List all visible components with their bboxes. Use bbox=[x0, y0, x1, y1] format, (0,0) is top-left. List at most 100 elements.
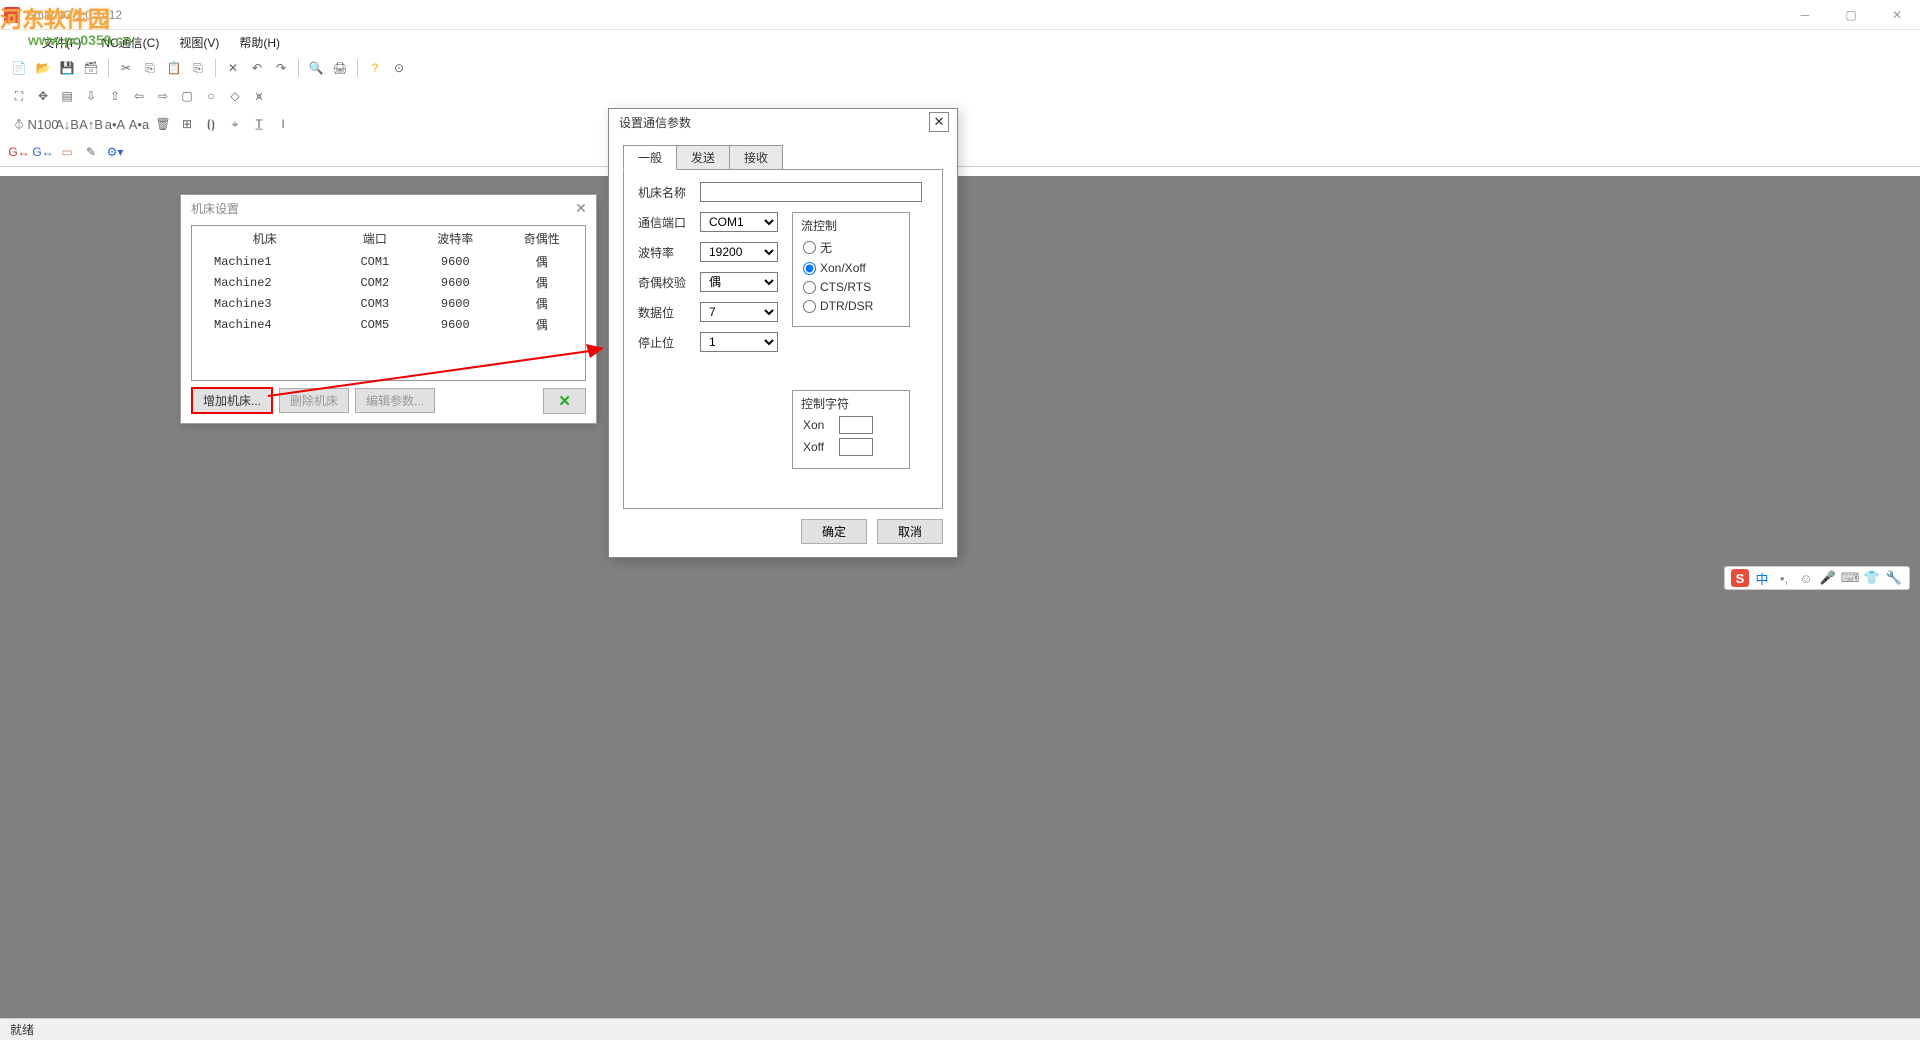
parity-select[interactable]: 偶 bbox=[700, 272, 778, 292]
n-icon[interactable]: N100 bbox=[32, 113, 54, 135]
gear-icon[interactable]: ⚙▾ bbox=[104, 141, 126, 163]
tab-receive[interactable]: 接收 bbox=[729, 145, 783, 170]
comm-dialog-close-icon[interactable]: ✕ bbox=[929, 112, 949, 132]
arrow-down-icon[interactable]: ⇩ bbox=[80, 85, 102, 107]
cancel-button[interactable]: 取消 bbox=[877, 519, 943, 544]
label-parity: 奇偶校验 bbox=[638, 274, 692, 291]
ruler-icon[interactable]: ⊞ bbox=[176, 113, 198, 135]
table-row: Machine3COM39600偶 bbox=[192, 293, 585, 314]
flow-xonxoff-radio[interactable]: Xon/Xoff bbox=[803, 261, 899, 275]
g2-icon[interactable]: G↔ bbox=[32, 141, 54, 163]
xon-field[interactable] bbox=[839, 416, 873, 434]
help-icon[interactable]: ? bbox=[364, 57, 386, 79]
expand-icon[interactable]: ⛶ bbox=[8, 85, 30, 107]
flow-dtrdsr-radio[interactable]: DTR/DSR bbox=[803, 299, 899, 313]
square-icon[interactable]: ▢ bbox=[176, 85, 198, 107]
ime-keyboard-icon[interactable]: ⌨ bbox=[1841, 569, 1859, 587]
ime-cn-icon[interactable]: 中 bbox=[1753, 569, 1771, 587]
circle-icon[interactable]: ○ bbox=[200, 85, 222, 107]
delete-machine-button[interactable]: 删除机床 bbox=[279, 388, 349, 413]
shape-icon[interactable]: ◇ bbox=[224, 85, 246, 107]
machine-settings-dialog: 机床设置 ✕ 机床 端口 波特率 奇偶性 Machine1COM19600偶 M… bbox=[180, 194, 597, 424]
info-icon[interactable]: ⊙ bbox=[388, 57, 410, 79]
cut-icon[interactable]: ✂ bbox=[115, 57, 137, 79]
app-icon bbox=[4, 7, 20, 23]
machine-dialog-ok-button[interactable]: ✕ bbox=[543, 388, 586, 414]
baudrate-select[interactable]: 19200 bbox=[700, 242, 778, 262]
text2-icon[interactable]: I bbox=[272, 113, 294, 135]
status-text: 就绪 bbox=[10, 1021, 34, 1038]
comm-params-dialog: 设置通信参数 ✕ 一般 发送 接收 机床名称 通信端口 COM1 波特率 192… bbox=[608, 108, 958, 558]
ime-tool-icon[interactable]: 🔧 bbox=[1885, 569, 1903, 587]
aa-icon[interactable]: a•A bbox=[104, 113, 126, 135]
delete-icon[interactable]: ✕ bbox=[222, 57, 244, 79]
ime-mic-icon[interactable]: 🎤 bbox=[1819, 569, 1837, 587]
flow-none-radio[interactable]: 无 bbox=[803, 239, 899, 256]
trash-icon[interactable]: 🗑 bbox=[152, 113, 174, 135]
ime-emoji-icon[interactable]: ☺ bbox=[1797, 569, 1815, 587]
edit-params-button[interactable]: 编辑参数... bbox=[355, 388, 435, 413]
copy-icon[interactable]: ⎘ bbox=[139, 57, 161, 79]
find-icon[interactable]: 🔍 bbox=[305, 57, 327, 79]
pen-icon[interactable]: ✎ bbox=[80, 141, 102, 163]
save-icon[interactable]: 💾 bbox=[56, 57, 78, 79]
menu-help[interactable]: 帮助(H) bbox=[231, 31, 288, 54]
arrow-up-icon[interactable]: ⇧ bbox=[104, 85, 126, 107]
menu-view[interactable]: 视图(V) bbox=[171, 31, 227, 54]
maximize-button[interactable]: ▢ bbox=[1828, 0, 1874, 30]
ab-icon[interactable]: A↓B bbox=[56, 113, 78, 135]
ime-logo-icon[interactable]: S bbox=[1731, 569, 1749, 587]
machine-dialog-title: 机床设置 bbox=[191, 200, 239, 217]
ok-button[interactable]: 确定 bbox=[801, 519, 867, 544]
anchor-icon[interactable]: ⌖ bbox=[224, 113, 246, 135]
toolbar-area: 📄 📂 💾 🗃 ✂ ⎘ 📋 ⎘ ✕ ↶ ↷ 🔍 🖨 ? ⊙ ⛶ ✥ ▤ ⇩ ⇧ … bbox=[0, 54, 1920, 167]
menu-file[interactable]: 文件(F) bbox=[34, 31, 89, 54]
bracket-icon[interactable]: ⦗⦘ bbox=[200, 113, 222, 135]
move-icon[interactable]: ✥ bbox=[32, 85, 54, 107]
box-icon[interactable]: ▭ bbox=[56, 141, 78, 163]
paste-icon[interactable]: 📋 bbox=[163, 57, 185, 79]
label-machine-name: 机床名称 bbox=[638, 184, 692, 201]
flow-control-group: 流控制 无 Xon/Xoff CTS/RTS DTR/DSR bbox=[792, 212, 910, 327]
menu-nc-comm[interactable]: NC通信(C) bbox=[93, 31, 167, 54]
databits-select[interactable]: 7 bbox=[700, 302, 778, 322]
label-xoff: Xoff bbox=[803, 440, 833, 454]
stopbits-select[interactable]: 1 bbox=[700, 332, 778, 352]
comm-dialog-title: 设置通信参数 bbox=[619, 114, 691, 131]
g-icon[interactable]: G↔ bbox=[8, 141, 30, 163]
join-icon[interactable]: ⩙ bbox=[248, 85, 270, 107]
table-row: Machine2COM29600偶 bbox=[192, 272, 585, 293]
new-file-icon[interactable]: 📄 bbox=[8, 57, 30, 79]
arrow-left-icon[interactable]: ⇦ bbox=[128, 85, 150, 107]
col-machine: 机床 bbox=[192, 226, 338, 251]
text-icon[interactable]: T̲ bbox=[248, 113, 270, 135]
xoff-field[interactable] bbox=[839, 438, 873, 456]
machine-dialog-close-icon[interactable]: ✕ bbox=[572, 199, 590, 217]
save-all-icon[interactable]: 🗃 bbox=[80, 57, 102, 79]
open-file-icon[interactable]: 📂 bbox=[32, 57, 54, 79]
tab-send[interactable]: 发送 bbox=[676, 145, 730, 170]
control-chars-group: 控制字符 Xon Xoff bbox=[792, 390, 910, 469]
aa2-icon[interactable]: A•a bbox=[128, 113, 150, 135]
copy2-icon[interactable]: ⎘ bbox=[187, 57, 209, 79]
titlebar: SmarNC 1.0.1412 ─ ▢ ✕ bbox=[0, 0, 1920, 30]
undo-icon[interactable]: ↶ bbox=[246, 57, 268, 79]
statusbar: 就绪 bbox=[0, 1018, 1920, 1040]
port-select[interactable]: COM1 bbox=[700, 212, 778, 232]
flow-ctsrts-radio[interactable]: CTS/RTS bbox=[803, 280, 899, 294]
minimize-button[interactable]: ─ bbox=[1782, 0, 1828, 30]
ime-punct-icon[interactable]: •, bbox=[1775, 569, 1793, 587]
machine-name-field[interactable] bbox=[700, 182, 922, 202]
arrow-right-icon[interactable]: ⇨ bbox=[152, 85, 174, 107]
machine-table[interactable]: 机床 端口 波特率 奇偶性 Machine1COM19600偶 Machine2… bbox=[192, 226, 585, 335]
layers-icon[interactable]: ▤ bbox=[56, 85, 78, 107]
ime-skin-icon[interactable]: 👕 bbox=[1863, 569, 1881, 587]
label-databits: 数据位 bbox=[638, 304, 692, 321]
add-machine-button[interactable]: 增加机床... bbox=[191, 387, 273, 414]
print-icon[interactable]: 🖨 bbox=[329, 57, 351, 79]
tab-general[interactable]: 一般 bbox=[623, 145, 677, 170]
ab2-icon[interactable]: A↑B bbox=[80, 113, 102, 135]
ime-toolbar[interactable]: S 中 •, ☺ 🎤 ⌨ 👕 🔧 bbox=[1724, 566, 1910, 590]
close-button[interactable]: ✕ bbox=[1874, 0, 1920, 30]
redo-icon[interactable]: ↷ bbox=[270, 57, 292, 79]
